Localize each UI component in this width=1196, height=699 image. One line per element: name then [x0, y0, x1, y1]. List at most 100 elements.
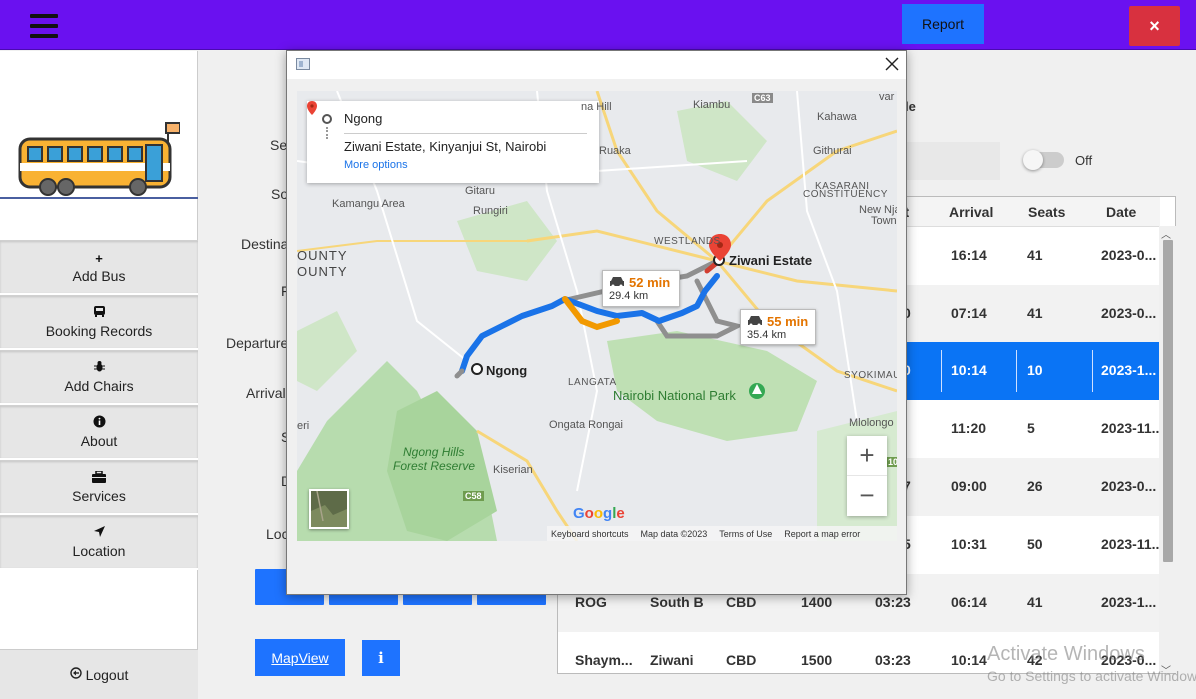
cell-seats: 41 [1027, 594, 1043, 610]
close-app-button[interactable]: × [1129, 6, 1180, 46]
sidebar-item-add-bus[interactable]: + Add Bus [0, 240, 198, 295]
place-label: Rungiri [473, 205, 508, 217]
top-bar: Report × [0, 0, 1196, 50]
report-button[interactable]: Report [902, 4, 984, 44]
scroll-thumb[interactable] [1163, 240, 1173, 562]
cell-arrival: 07:14 [951, 305, 987, 321]
sidebar-item-label: About [80, 433, 118, 449]
table-scrollbar[interactable]: ︿ ﹀ [1159, 226, 1176, 677]
hamburger-menu-icon[interactable] [30, 14, 58, 38]
google-map[interactable]: Ngong Ziwani Estate, Kinyanjui St, Nairo… [297, 91, 897, 541]
activate-windows-hint: Go to Settings to activate Windows. [987, 668, 1196, 684]
route-time-bubble[interactable]: 52 min 29.4 km [602, 270, 680, 307]
close-icon [885, 57, 899, 71]
destination-label: Destina [241, 236, 289, 252]
direction-destination[interactable]: Ziwani Estate, Kinyanjui St, Nairobi [344, 139, 546, 154]
cell-date: 2023-11... [1101, 420, 1164, 436]
dialog-titlebar [287, 51, 906, 79]
bug-icon [93, 360, 106, 378]
cell-seats: 26 [1027, 478, 1043, 494]
activate-windows-watermark: Activate Windows [987, 643, 1145, 665]
road-sign: C63 [752, 93, 773, 103]
place-label: Forest Reserve [393, 459, 476, 473]
toggle-label: Off [1075, 153, 1093, 168]
directions-panel: Ngong Ziwani Estate, Kinyanjui St, Nairo… [307, 101, 599, 183]
mapview-button[interactable]: MapView [255, 639, 345, 676]
route-time-bubble[interactable]: 55 min 35.4 km [740, 309, 816, 345]
cell-arrival: 10:14 [951, 362, 987, 378]
cell-fare: 1500 [801, 652, 833, 668]
google-logo: Google [573, 505, 625, 522]
place-label: Town [871, 215, 897, 227]
place-label: Kiserian [493, 464, 533, 476]
cell-date: 2023-1... [1101, 594, 1157, 610]
cell-date: 2023-0... [1101, 305, 1157, 321]
road-sign: 10 [886, 457, 897, 467]
header-seats[interactable]: Seats [1028, 204, 1065, 220]
cell-seats: 10 [1027, 362, 1043, 378]
arrival-label: Arrival [246, 385, 286, 401]
destination-pin-icon [307, 101, 317, 115]
header-arrival[interactable]: Arrival [949, 204, 993, 220]
place-label: LANGATA [568, 377, 617, 388]
place-label: Kahawa [817, 111, 857, 123]
place-label: Ruaka [599, 145, 631, 157]
place-label: Kamangu Area [332, 198, 405, 210]
place-label: SYOKIMAU [844, 370, 897, 381]
zoom-in-button[interactable]: + [847, 436, 887, 476]
cell-company: Shaym... [575, 652, 633, 668]
zoom-out-button[interactable]: − [847, 476, 887, 516]
cell-arrival: 09:00 [951, 478, 987, 494]
cell-destination: CBD [726, 652, 757, 668]
place-label: WESTLANDS [654, 236, 721, 247]
route-time: 52 min [629, 275, 671, 290]
sidebar-item-label: Add Chairs [64, 378, 134, 394]
cell-date: 2023-0... [1101, 247, 1157, 263]
map-attribution: Keyboard shortcuts Map data ©2023 Terms … [547, 526, 897, 541]
cell-arrival: 06:14 [951, 594, 987, 610]
cell-departure: 03:23 [875, 594, 911, 610]
cell-seats: 41 [1027, 247, 1043, 263]
place-label: na Hill [581, 101, 612, 113]
keyboard-shortcuts-link[interactable]: Keyboard shortcuts [551, 529, 629, 539]
cell-departure: 03:23 [875, 652, 911, 668]
toggle-switch[interactable] [1023, 150, 1064, 170]
map-data-text: Map data ©2023 [640, 528, 708, 539]
info-button[interactable]: i [362, 640, 400, 676]
satellite-layer-toggle[interactable] [309, 489, 349, 529]
report-map-error-link[interactable]: Report a map error [784, 529, 860, 539]
header-date[interactable]: Date [1106, 204, 1136, 220]
filter-input[interactable] [905, 142, 1000, 180]
logout-button[interactable]: Logout [0, 649, 198, 699]
place-label: Nairobi National Park [613, 388, 736, 403]
terms-link[interactable]: Terms of Use [719, 529, 772, 539]
place-label: Gitaru [465, 185, 495, 197]
plus-icon: + [95, 251, 103, 266]
column-divider [941, 350, 942, 392]
direction-origin[interactable]: Ngong [344, 111, 382, 126]
logout-label: Logout [85, 666, 129, 683]
more-options-link[interactable]: More options [344, 159, 408, 171]
sidebar-item-services[interactable]: Services [0, 460, 198, 515]
sidebar-item-about[interactable]: About [0, 405, 198, 460]
cell-company: ROG [575, 594, 607, 610]
column-divider [1016, 350, 1017, 392]
sidebar: + Add Bus Booking Records Add Chairs Abo… [0, 51, 198, 699]
cell-seats: 5 [1027, 420, 1035, 436]
place-label: Mlolongo [849, 417, 894, 429]
scroll-up-icon[interactable]: ︿ [1161, 226, 1171, 241]
place-label: Kiambu [693, 99, 731, 111]
place-label: Ngong Hills [403, 445, 465, 459]
sidebar-item-location[interactable]: Location [0, 515, 198, 570]
sidebar-item-booking-records[interactable]: Booking Records [0, 295, 198, 350]
dialog-close-button[interactable] [885, 54, 899, 77]
cell-source: Ziwani [650, 652, 694, 668]
satellite-thumbnail-icon [311, 491, 347, 527]
cell-date: 2023-0... [1101, 478, 1157, 494]
sidebar-item-label: Services [72, 488, 126, 504]
place-label: var [879, 91, 895, 103]
sidebar-item-add-chairs[interactable]: Add Chairs [0, 350, 198, 405]
road-sign: C58 [463, 491, 484, 501]
sidebar-item-label: Add Bus [72, 268, 126, 284]
location-arrow-icon [93, 525, 106, 543]
